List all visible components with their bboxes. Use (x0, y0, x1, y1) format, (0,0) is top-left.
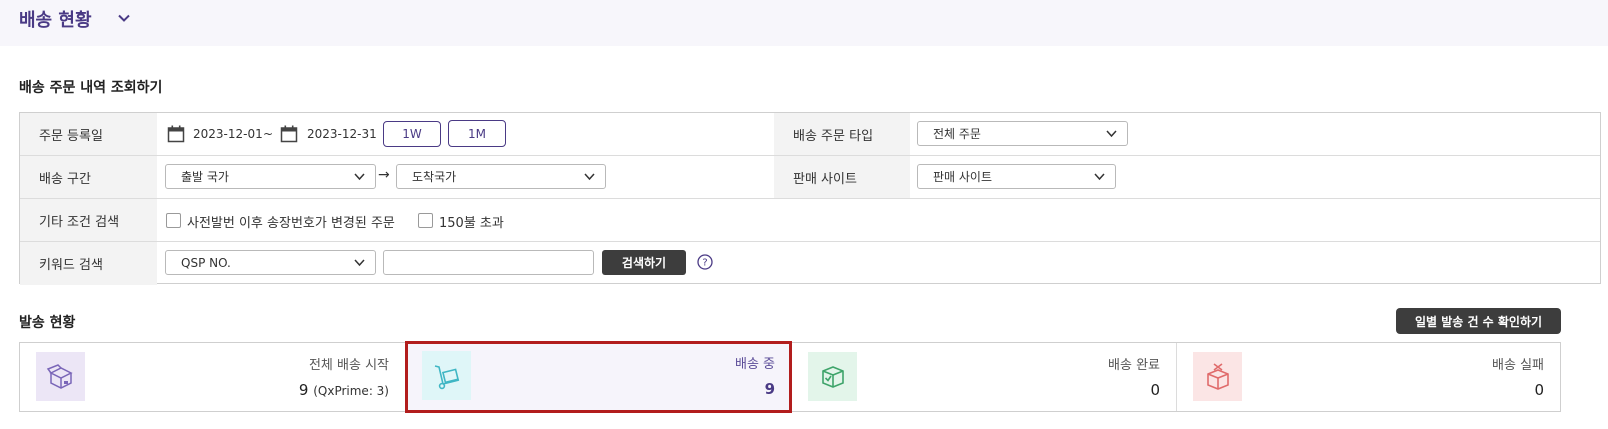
page-title: 배송 현황 (19, 10, 92, 31)
destination-country-select[interactable]: 도착국가 (396, 164, 606, 189)
shipping-section-title: 발송 현황 (19, 315, 76, 331)
chevron-down-icon (1106, 130, 1117, 138)
failed-label: 배송 실패 (1492, 358, 1544, 373)
sales-site-value: 판매 사이트 (933, 170, 993, 184)
date-separator: ~ (263, 127, 274, 141)
top-bar: 배송 현황 (0, 0, 1608, 46)
row-order-date: 주문 등록일 2023-12-01 ~ 2023-12-31 1W 1M 배송 … (20, 113, 1600, 156)
hand-truck-icon (422, 351, 471, 400)
daily-shipping-count-button[interactable]: 일별 발송 건 수 확인하기 (1396, 308, 1561, 334)
calendar-icon[interactable] (167, 125, 185, 143)
period-1m-button[interactable]: 1M (448, 120, 506, 147)
svg-text:?: ? (702, 258, 707, 269)
end-date[interactable]: 2023-12-31 (307, 127, 377, 141)
delivered-value: 0 (1150, 381, 1160, 399)
stat-card-failed[interactable]: 배송 실패 0 (1177, 343, 1560, 411)
all-started-label: 전체 배송 시작 (308, 358, 389, 373)
over-150-checkbox[interactable] (418, 213, 433, 228)
changed-tracking-label[interactable]: 사전발번 이후 송장번호가 변경된 주문 (187, 212, 395, 231)
calendar-icon[interactable] (280, 125, 298, 143)
order-type-value: 전체 주문 (933, 127, 981, 141)
keyword-input[interactable] (383, 250, 594, 275)
help-icon[interactable]: ? (697, 254, 713, 270)
origin-country-value: 출발 국가 (181, 170, 229, 184)
search-section-title: 배송 주문 내역 조회하기 (19, 80, 163, 96)
changed-tracking-checkbox[interactable] (166, 213, 181, 228)
keyword-type-value: QSP NO. (181, 255, 231, 270)
site-label: 판매 사이트 (774, 156, 910, 198)
order-type-select[interactable]: 전체 주문 (917, 121, 1128, 146)
destination-country-value: 도착국가 (412, 170, 457, 184)
open-box-icon (36, 352, 85, 401)
qxprime-count: (QxPrime: 3) (313, 384, 389, 398)
stat-card-all-started[interactable]: 전체 배송 시작 9 (QxPrime: 3) (20, 343, 406, 411)
in-transit-label: 배송 중 (734, 357, 775, 372)
search-form: 주문 등록일 2023-12-01 ~ 2023-12-31 1W 1M 배송 … (19, 112, 1601, 285)
keyword-type-select[interactable]: QSP NO. (165, 250, 376, 275)
start-date[interactable]: 2023-12-01 (193, 127, 263, 141)
row-route: 배송 구간 출발 국가 → 도착국가 판매 사이트 판매 사이트 (20, 156, 1600, 199)
over-150-label[interactable]: 150불 초과 (439, 212, 504, 231)
all-started-count: 9 (298, 381, 309, 399)
box-check-icon (808, 352, 857, 401)
chevron-down-icon[interactable] (117, 11, 131, 25)
sales-site-select[interactable]: 판매 사이트 (917, 164, 1116, 189)
all-started-value: 9 (QxPrime: 3) (299, 381, 389, 399)
chevron-down-icon (354, 173, 365, 181)
origin-country-select[interactable]: 출발 국가 (165, 164, 376, 189)
route-label: 배송 구간 (20, 156, 157, 198)
period-1w-button[interactable]: 1W (383, 121, 441, 147)
row-other-conditions: 기타 조건 검색 사전발번 이후 송장번호가 변경된 주문 150불 초과 (20, 199, 1600, 242)
search-button[interactable]: 검색하기 (602, 250, 686, 275)
other-conditions-label: 기타 조건 검색 (20, 199, 157, 241)
in-transit-value: 9 (764, 380, 775, 398)
shipping-stats: 전체 배송 시작 9 (QxPrime: 3) 배송 중 9 배송 완료 0 배… (19, 341, 1561, 413)
delivered-label: 배송 완료 (1108, 358, 1160, 373)
order-type-label: 배송 주문 타입 (774, 113, 910, 155)
stat-card-delivered[interactable]: 배송 완료 0 (792, 343, 1177, 411)
chevron-down-icon (584, 173, 595, 181)
keyword-label: 키워드 검색 (20, 242, 157, 285)
chevron-down-icon (1094, 173, 1105, 181)
box-x-icon (1193, 352, 1242, 401)
failed-value: 0 (1534, 381, 1544, 399)
route-arrow: → (378, 167, 390, 183)
stat-card-in-transit[interactable]: 배송 중 9 (405, 341, 792, 413)
row-keyword: 키워드 검색 QSP NO. 검색하기 ? (20, 242, 1600, 285)
chevron-down-icon (354, 259, 365, 267)
order-date-label: 주문 등록일 (20, 113, 157, 155)
